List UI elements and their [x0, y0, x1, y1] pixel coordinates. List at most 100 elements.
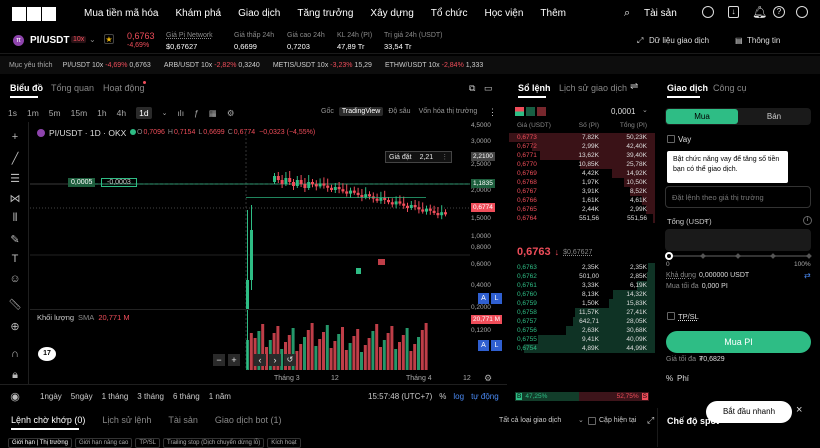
tab-open-orders[interactable]: Lệnh chờ khớp (0)	[11, 415, 85, 425]
info-link[interactable]: Thông tin	[747, 36, 780, 45]
tab-assets[interactable]: Tài sản	[168, 415, 198, 425]
brush-icon[interactable]: ✎	[7, 233, 23, 247]
bell-icon[interactable]: 🔔︎	[752, 5, 767, 19]
lock-icon[interactable]: 🔒︎	[7, 369, 23, 383]
axis-log-button[interactable]: L	[491, 293, 502, 304]
nav-item[interactable]: Thêm	[540, 8, 566, 19]
chevron-down-icon[interactable]: ⌄	[89, 35, 96, 44]
tab-trade[interactable]: Giao dịch	[667, 83, 708, 93]
ask-chip[interactable]: -0,0003	[101, 178, 137, 187]
orderbook-row[interactable]: 0,6754 4,89K 44,99K	[509, 344, 655, 353]
fav-item[interactable]: METIS/USDT 10x -3,23% 15,29	[273, 62, 372, 69]
trendline-icon[interactable]: ╱	[7, 152, 23, 166]
orderbook-row[interactable]: 0,6770 10,85K 25,78K	[509, 160, 655, 169]
magnet-icon[interactable]: ∩	[7, 348, 23, 362]
zoom-icon[interactable]: ⊕	[7, 320, 23, 334]
interval-1h[interactable]: 1h	[97, 108, 106, 118]
orderbook-row[interactable]: 0,6761 3,33K 6,19K	[509, 281, 655, 290]
ruler-icon[interactable]: 📏︎	[7, 298, 23, 312]
set-price-box[interactable]: Giá đặt 2,21 ⋮	[385, 151, 453, 163]
indicator-icon[interactable]: ƒ	[194, 108, 199, 118]
interval-4h[interactable]: 4h	[117, 108, 126, 118]
orderbook-row[interactable]: 0,6759 1,50K 15,83K	[509, 299, 655, 308]
trading-data-link[interactable]: Dữ liệu giao dịch	[649, 36, 709, 45]
buy-tab[interactable]: Mua	[666, 109, 738, 124]
nav-item[interactable]: Tăng trưởng	[297, 8, 353, 19]
eye-icon[interactable]: ◉	[7, 390, 23, 404]
range-6m[interactable]: 6 tháng	[173, 392, 200, 401]
orderbook-row[interactable]: 0,6758 11,57K 27,41K	[509, 308, 655, 317]
star-icon[interactable]: ★	[104, 34, 114, 44]
axis-auto-button[interactable]: A	[478, 293, 489, 304]
axis-settings-icon[interactable]: ⚙	[484, 373, 492, 384]
nav-item[interactable]: Khám phá	[176, 8, 222, 19]
tradingview-logo[interactable]: 17	[38, 347, 56, 361]
orderbook-row[interactable]: 0,6767 3,91K 8,52K	[509, 187, 655, 196]
tab-tools[interactable]: Công cụ	[713, 83, 747, 93]
layout-both-icon[interactable]	[515, 107, 524, 116]
zoom-in-button[interactable]: +	[228, 354, 240, 366]
interval-1s[interactable]: 1s	[8, 108, 17, 118]
range-1d[interactable]: 1ngày	[40, 392, 62, 401]
total-input[interactable]	[665, 229, 811, 251]
filter-icon[interactable]: ⇌	[630, 81, 638, 92]
tab-trades[interactable]: Lịch sử giao dịch	[559, 83, 627, 93]
interval-1m[interactable]: 1m	[27, 108, 39, 118]
orderbook-row[interactable]: 0,6755 9,41K 40,09K	[509, 335, 655, 344]
nav-item[interactable]: Xây dựng	[370, 8, 413, 19]
chevron-down-icon[interactable]: ⌄	[162, 109, 168, 117]
range-1m[interactable]: 1 tháng	[102, 392, 129, 401]
percent-toggle[interactable]: %	[439, 392, 446, 401]
scroll-right-button[interactable]: ›	[269, 354, 281, 366]
current-pair-checkbox[interactable]	[588, 417, 596, 425]
slider-tick[interactable]	[806, 253, 812, 259]
orderbook-row[interactable]: 0,6760 8,13K 14,32K	[509, 290, 655, 299]
expand-icon[interactable]: ⤢	[647, 415, 654, 426]
vol-auto-button[interactable]: A	[478, 340, 489, 351]
zoom-out-button[interactable]: −	[213, 354, 225, 366]
settings-icon[interactable]: ⚙	[227, 108, 235, 119]
orderbook-row[interactable]: 0,6763 2,35K 2,35K	[509, 263, 655, 272]
clock[interactable]: 15:57:48 (UTC+7)	[368, 392, 432, 401]
pattern-icon[interactable]: ⋈	[7, 192, 23, 206]
nav-item[interactable]: Mua tiền mã hóa	[84, 8, 159, 19]
scroll-left-button[interactable]: ‹	[254, 354, 266, 366]
orderbook-row[interactable]: 0,6772 2,99K 42,40K	[509, 142, 655, 151]
price-input[interactable]: Đặt lệnh theo giá thị trường	[665, 186, 811, 208]
orderbook-row[interactable]: 0,6766 1,61K 4,61K	[509, 196, 655, 205]
interval-15m[interactable]: 15m	[71, 108, 88, 118]
slider-handle[interactable]	[665, 252, 673, 260]
view-depth[interactable]: Độ sâu	[385, 107, 413, 116]
candle-type-icon[interactable]: ılı	[177, 108, 184, 118]
pip-icon[interactable]: ⧉	[469, 83, 475, 94]
orderbook-row[interactable]: 0,6771 13,62K 39,40K	[509, 151, 655, 160]
download-icon[interactable]: ↓	[728, 6, 739, 18]
fav-item[interactable]: ETHW/USDT 10x -2,84% 1,333	[385, 62, 483, 69]
range-1y[interactable]: 1 năm	[209, 392, 231, 401]
fav-item[interactable]: PI/USDT 10x -4,69% 0,6763	[63, 62, 151, 69]
chevron-down-icon[interactable]: ⌄	[642, 106, 648, 114]
orderbook-row[interactable]: 0,6762 501,00 2,85K	[509, 272, 655, 281]
layout-bids-icon[interactable]	[526, 107, 535, 116]
orderbook-row[interactable]: 0,6773 7,82K 50,23K	[509, 133, 655, 142]
layout-asks-icon[interactable]	[537, 107, 546, 116]
template-icon[interactable]: ▦	[209, 108, 217, 119]
tab-order-history[interactable]: Lịch sử lệnh	[102, 415, 151, 425]
more-icon[interactable]: ⋮	[441, 153, 448, 161]
fav-item[interactable]: ARB/USDT 10x -2,82% 0,3240	[164, 62, 260, 69]
orderbook-row[interactable]: 0,6765 2,44K 2,99K	[509, 205, 655, 214]
close-icon[interactable]: ×	[796, 404, 802, 416]
pair-name[interactable]: PI/USDT	[30, 35, 69, 46]
orderbook-row[interactable]: 0,6768 1,97K 10,50K	[509, 178, 655, 187]
help-icon[interactable]: ?	[773, 6, 785, 18]
sell-tab[interactable]: Bán	[738, 109, 810, 124]
borrow-checkbox[interactable]	[667, 135, 675, 143]
measure-icon[interactable]: ⫴	[7, 212, 23, 226]
nav-item[interactable]: Tổ chức	[431, 8, 468, 19]
orderbook-row[interactable]: 0,6769 4,42K 14,92K	[509, 169, 655, 178]
log-toggle[interactable]: log	[453, 392, 464, 401]
reset-button[interactable]: ↺	[284, 354, 296, 366]
fib-icon[interactable]: ☰	[7, 172, 23, 186]
assets-link[interactable]: Tài sản	[644, 8, 677, 19]
orderbook-row[interactable]: 0,6757 642,71 28,05K	[509, 317, 655, 326]
